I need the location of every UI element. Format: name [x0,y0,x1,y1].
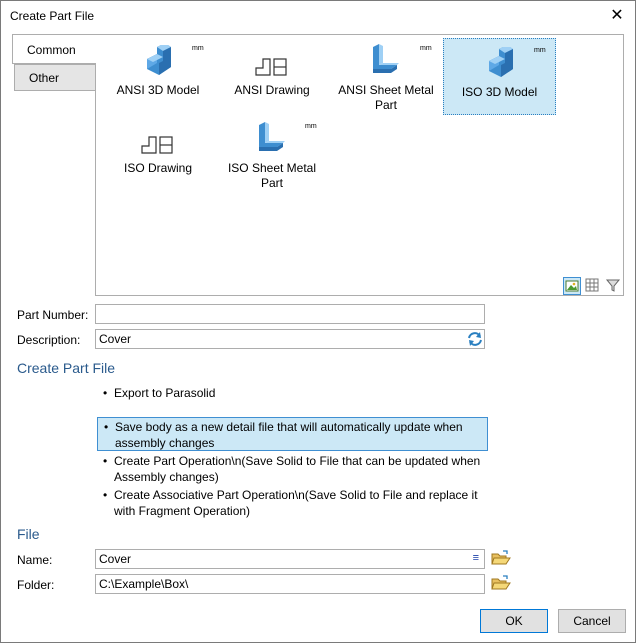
folder-label: Folder: [17,578,55,592]
option-export-parasolid[interactable]: • Export to Parasolid [97,385,488,401]
option-text: Create Associative Part Operation\n(Save… [114,488,478,518]
sheet-metal-icon: mm [334,44,438,79]
template-ansi-3d-model[interactable]: mm ANSI 3D Model [110,37,206,113]
unit-badge: mm [534,47,546,54]
bullet-icon: • [104,420,109,434]
template-iso-3d-model[interactable]: mm ISO 3D Model [443,38,556,115]
grid-view-icon[interactable] [584,277,602,295]
description-input[interactable]: Cover [95,329,485,349]
option-create-associative-part-operation[interactable]: • Create Associative Part Operation\n(Sa… [97,487,488,519]
list-icon[interactable]: ≡ [473,552,479,564]
template-ansi-sheet-metal[interactable]: mm ANSI Sheet Metal Part [334,37,438,113]
open-folder-icon[interactable] [491,549,511,567]
sheet-metal-icon: mm [224,122,320,157]
template-label: ANSI 3D Model [116,83,200,97]
template-label: ANSI Sheet Metal Part [338,83,434,112]
tab-other-label: Other [29,71,60,85]
unit-badge: mm [305,123,317,130]
template-label: ISO Drawing [123,161,193,175]
unit-badge: mm [420,45,432,52]
cancel-button[interactable]: Cancel [558,609,626,633]
bullet-icon: • [103,386,108,400]
option-create-part-operation[interactable]: • Create Part Operation\n(Save Solid to … [97,453,488,485]
folder-input[interactable]: C:\Example\Box\ [95,574,485,594]
refresh-icon[interactable] [466,330,486,348]
template-label: ANSI Drawing [234,83,310,97]
part-number-input[interactable] [95,304,485,324]
title-bar: Create Part File ✕ [1,1,635,31]
template-label: ISO Sheet Metal Part [227,161,317,190]
template-iso-sheet-metal[interactable]: mm ISO Sheet Metal Part [224,115,320,191]
option-save-body-detail-file[interactable]: • Save body as a new detail file that wi… [97,417,488,451]
tab-other[interactable]: Other [14,64,96,91]
drawing-icon [224,45,320,79]
filter-icon[interactable] [605,277,623,295]
part-number-label: Part Number: [17,308,89,322]
description-label: Description: [17,333,81,347]
template-ansi-drawing[interactable]: ANSI Drawing [224,37,320,113]
section-file: File [17,526,40,542]
template-iso-drawing[interactable]: ISO Drawing [110,115,206,191]
name-label: Name: [17,553,53,567]
option-text: Create Part Operation\n(Save Solid to Fi… [114,454,481,484]
close-icon[interactable]: ✕ [605,5,629,27]
window-title: Create Part File [10,9,95,23]
create-part-file-dialog: Create Part File ✕ Common Other mm ANSI … [0,0,636,643]
bullet-icon: • [103,488,108,502]
3d-model-icon: mm [110,45,206,79]
unit-badge: mm [192,45,204,52]
large-icons-view-icon[interactable] [563,277,581,295]
3d-model-icon: mm [444,47,555,81]
option-text: Export to Parasolid [114,386,216,400]
tab-common[interactable]: Common [12,34,96,64]
drawing-icon [110,123,206,157]
name-input[interactable]: Cover ≡ [95,549,485,569]
option-text: Save body as a new detail file that will… [115,420,463,450]
name-value: Cover [99,552,132,566]
browse-folder-icon[interactable] [491,574,511,592]
section-create-part-file: Create Part File [17,360,116,376]
bullet-icon: • [103,454,108,468]
description-value: Cover [99,332,132,346]
template-gallery: mm ANSI 3D Model ANSI Drawing mm ANSI Sh… [95,34,624,296]
ok-button[interactable]: OK [480,609,548,633]
template-label: ISO 3D Model [461,85,538,99]
tab-common-label: Common [27,43,76,57]
